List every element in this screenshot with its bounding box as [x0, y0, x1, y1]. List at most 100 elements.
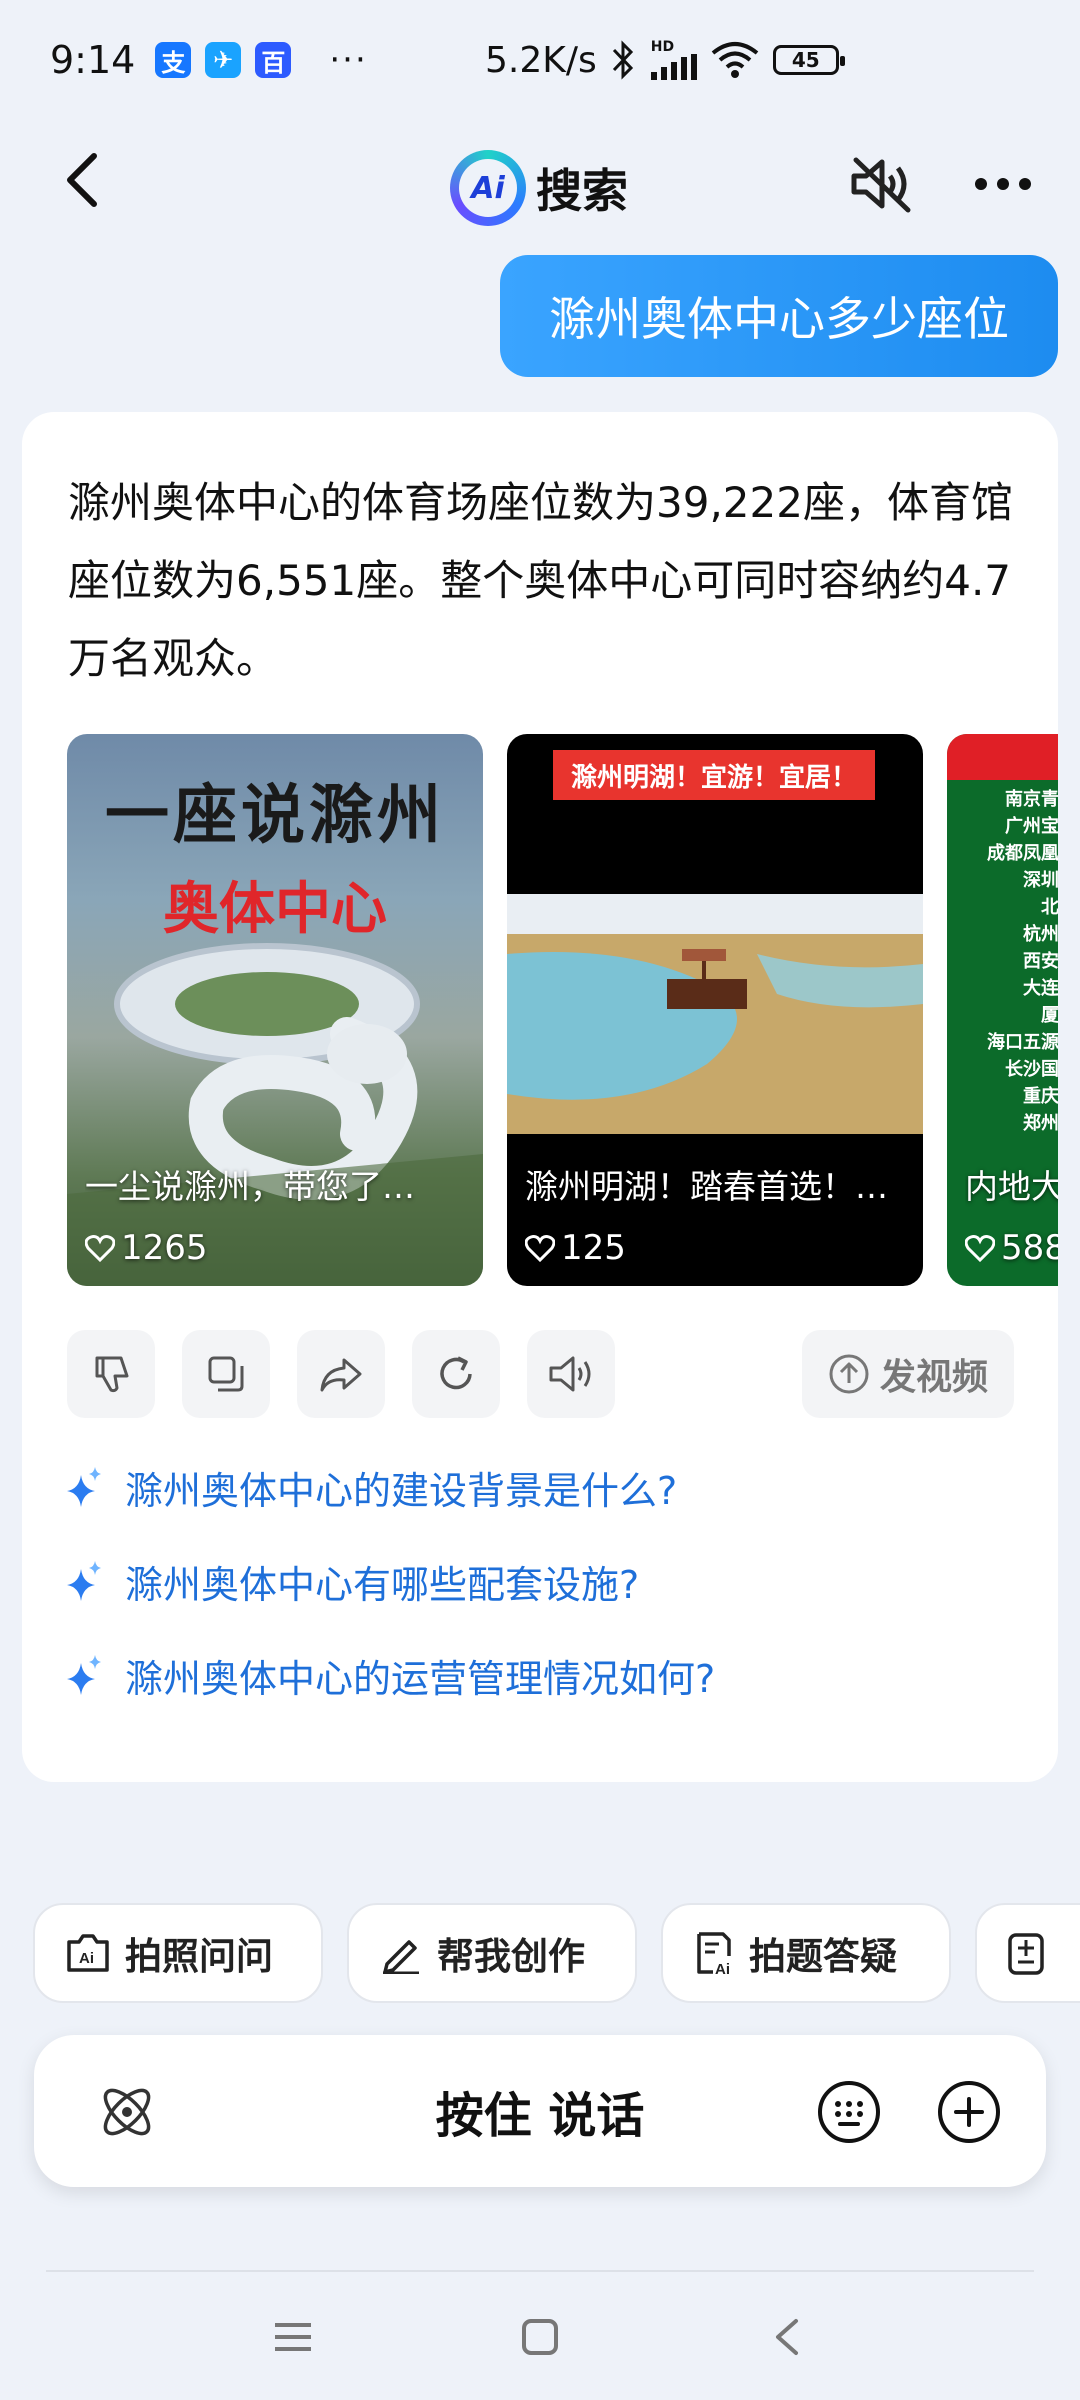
brand-title: Ai 搜索: [450, 150, 628, 226]
suggestion-text: 滁州奥体中心的建设背景是什么?: [125, 1468, 678, 1513]
video-thumbnail: [507, 894, 923, 1134]
video-card[interactable]: 滁州明湖！宜游！宜居！ 滁州明湖！踏春首选！… 125: [507, 734, 923, 1286]
atom-icon: [103, 2088, 151, 2136]
suggestion-item[interactable]: 滁州奥体中心有哪些配套设施?: [67, 1534, 1027, 1628]
video-list-line: 长沙国: [1005, 1059, 1058, 1080]
suggestion-item[interactable]: 滁州奥体中心的运营管理情况如何?: [67, 1628, 1027, 1722]
suggested-questions: 滁州奥体中心的建设背景是什么? 滁州奥体中心有哪些配套设施? 滁州奥体中心的运营…: [67, 1440, 1027, 1722]
svg-text:Ai: Ai: [79, 1950, 94, 1967]
sparkle-icon: [67, 1655, 101, 1695]
menu-nav-button[interactable]: [258, 2302, 328, 2372]
copy-icon: [208, 1356, 244, 1392]
tool-photo-ask[interactable]: Ai 拍照问问: [33, 1903, 323, 2003]
ai-assistant-button[interactable]: [94, 2079, 160, 2145]
video-list-line: 杭州: [1023, 924, 1058, 945]
answer-card: 滁州奥体中心的体育场座位数为39,222座，体育馆座位数为6,551座。整个奥体…: [22, 412, 1058, 1782]
notes-icon: [1008, 1933, 1044, 1975]
video-list-line: 海口五源: [987, 1032, 1058, 1053]
video-likes: 588: [965, 1228, 1058, 1268]
video-likes: 1265: [85, 1228, 208, 1268]
share-icon: [320, 1358, 362, 1392]
share-button[interactable]: [297, 1330, 385, 1418]
alipay-icon: 支: [155, 42, 192, 78]
answer-text: 滁州奥体中心的体育场座位数为39,222座，体育馆座位数为6,551座。整个奥体…: [68, 478, 1013, 683]
suggestion-text: 滁州奥体中心的运营管理情况如何?: [125, 1656, 716, 1701]
keyboard-icon: [818, 2081, 880, 2143]
pen-icon: [383, 1940, 419, 1974]
nav-divider: [46, 2270, 1034, 2272]
speaker-muted-icon: [851, 157, 911, 213]
video-carousel[interactable]: 一座说滁州 奥体中心 一尘说滁州，带您了… 1265 滁州明湖！宜游！宜居！ 滁…: [67, 734, 1058, 1286]
heart-icon: [85, 1235, 115, 1262]
suggestion-item[interactable]: 滁州奥体中心的建设背景是什么?: [67, 1440, 1027, 1534]
video-list-text: 南京青 广州宝 成都凤凰 深圳北杭州 西安 大连厦海口五源 长沙国 重庆 郑州: [947, 786, 1058, 1137]
copy-button[interactable]: [182, 1330, 270, 1418]
generate-video-label: 发视频: [879, 1357, 988, 1398]
heart-icon: [965, 1235, 995, 1262]
plane-icon: ✈: [205, 42, 242, 78]
tool-photo-solve[interactable]: Ai 拍题答疑: [661, 1903, 951, 2003]
video-list-line: 北: [1041, 897, 1058, 918]
status-time: 9:14: [50, 38, 136, 82]
tool-notes[interactable]: [975, 1903, 1080, 2003]
svg-text:Ai: Ai: [715, 1961, 730, 1976]
generate-video-button[interactable]: 发视频: [802, 1330, 1014, 1418]
upload-circle-icon: [829, 1354, 869, 1394]
menu-icon: [275, 2323, 311, 2351]
camera-ai-icon: Ai: [67, 1934, 109, 1972]
answer-actions: 发视频: [67, 1330, 1057, 1420]
more-options-button[interactable]: [968, 154, 1038, 214]
tool-label: 拍题答疑: [749, 1935, 897, 1978]
video-likes: 125: [525, 1228, 626, 1268]
dislike-button[interactable]: [67, 1330, 155, 1418]
video-list-line: 南京青: [1005, 789, 1058, 810]
cell-signal-icon: HD: [650, 40, 697, 80]
speaker-icon: [549, 1356, 591, 1392]
bluetooth-icon: [612, 40, 633, 80]
refresh-icon: [440, 1356, 472, 1390]
video-list-line: 西安: [1023, 951, 1058, 972]
status-bar: 9:14 支 ✈ 百 ··· 5.2K/s HD 45: [0, 0, 1080, 120]
ai-logo-icon: Ai: [450, 150, 526, 226]
video-card[interactable]: 一座说滁州 奥体中心 一尘说滁州，带您了… 1265: [67, 734, 483, 1286]
keyboard-button[interactable]: [816, 2079, 882, 2145]
back-button[interactable]: [44, 142, 120, 218]
hold-to-talk-button[interactable]: 按住 说话: [34, 2035, 1046, 2187]
regenerate-button[interactable]: [412, 1330, 500, 1418]
tool-create[interactable]: 帮我创作: [347, 1903, 637, 2003]
video-list-line: 重庆: [1023, 1086, 1058, 1107]
back-nav-button[interactable]: [752, 2302, 822, 2372]
thumbs-down-icon: [95, 1356, 129, 1393]
add-button[interactable]: [936, 2079, 1002, 2145]
home-square-icon: [522, 2319, 558, 2355]
input-bar: 按住 说话: [34, 2035, 1046, 2187]
net-speed: 5.2K/s: [485, 39, 597, 81]
doc-ai-icon: Ai: [697, 1932, 731, 1976]
plus-circle-icon: [938, 2081, 1000, 2143]
wifi-icon: [711, 42, 759, 78]
tool-label: 帮我创作: [437, 1935, 585, 1978]
video-banner: 滁州明湖！宜游！宜居！: [553, 750, 875, 800]
video-card[interactable]: 南京青广州宝成都凤凰深圳北杭州西安大连厦海口五源长沙国重庆郑州 内地大… 588: [947, 734, 1058, 1286]
system-navigation: [0, 2290, 1080, 2380]
top-header: Ai 搜索: [0, 120, 1080, 240]
more-dots-icon: [975, 178, 1031, 190]
quick-tools-row: Ai 拍照问问 帮我创作 Ai 拍题答疑: [33, 1903, 1080, 2005]
video-list-line: 大连: [1023, 978, 1058, 999]
video-banner: [947, 734, 1058, 780]
home-nav-button[interactable]: [505, 2302, 575, 2372]
mute-button[interactable]: [848, 154, 914, 214]
video-overlay-text: 一座说滁州 奥体中心: [105, 778, 445, 942]
video-list-line: 成都凤凰: [987, 843, 1058, 864]
video-title: 内地大…: [965, 1167, 1058, 1206]
more-notifications-icon: ···: [329, 40, 368, 80]
chevron-left-icon: [67, 153, 97, 207]
battery-indicator: 45: [772, 45, 845, 75]
read-aloud-button[interactable]: [527, 1330, 615, 1418]
sparkle-icon: [67, 1467, 101, 1507]
video-list-line: 深圳: [1023, 870, 1058, 891]
tool-label: 拍照问问: [125, 1935, 273, 1978]
video-title: 滁州明湖！踏春首选！…: [525, 1167, 888, 1206]
page-title: 搜索: [536, 164, 628, 218]
video-list-line: 广州宝: [1005, 816, 1058, 837]
